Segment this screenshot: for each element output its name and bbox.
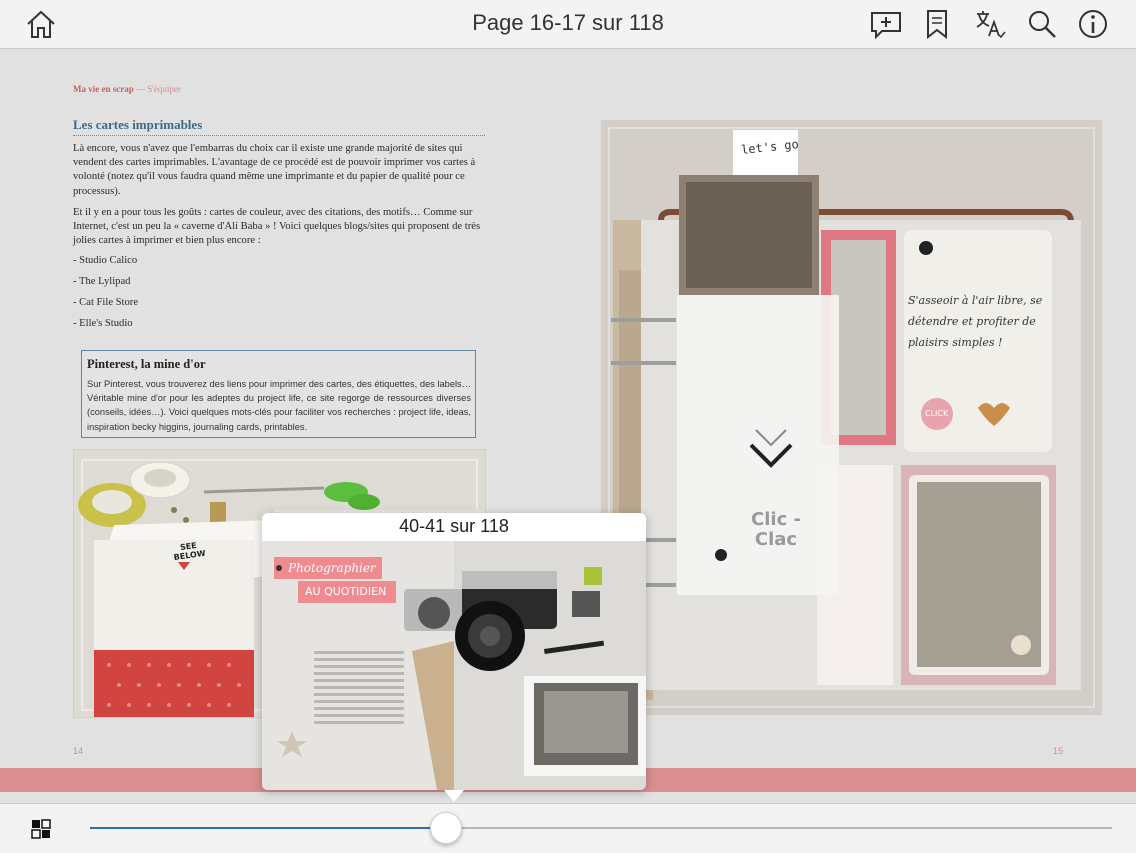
list-item: - Elle's Studio — [73, 318, 133, 329]
pinterest-box: Pinterest, la mine d'or Sur Pinterest, v… — [81, 350, 476, 438]
photo-scrapbook-binder: let's go S'asseoir à l'air libre, se dét… — [601, 120, 1102, 715]
add-note-icon[interactable] — [868, 6, 904, 42]
page-title: Page 16-17 sur 118 — [472, 10, 664, 35]
list-item: - Studio Calico — [73, 255, 138, 266]
top-toolbar: Page 16-17 sur 118 — [0, 0, 1136, 49]
box-title: Pinterest, la mine d'or — [87, 357, 206, 371]
photo-label-click: CLICK — [925, 409, 949, 418]
photo-label-clic-clac: Clic - Clac — [751, 509, 801, 550]
page-number-right: 15 — [1053, 746, 1064, 756]
preview-heading-2: AU QUOTIDIEN — [305, 585, 387, 598]
page-preview-popup: 40-41 sur 118 Photographier AU QUOTIDIEN — [262, 513, 646, 802]
page-slider[interactable] — [90, 812, 1112, 844]
info-icon[interactable] — [1075, 6, 1111, 42]
page-slider-fill — [90, 827, 445, 829]
paragraph-intro: Là encore, vous n'avez que l'embarras du… — [73, 143, 476, 197]
photo-journal-text: S'asseoir à l'air libre, se détendre et … — [908, 294, 1043, 349]
thumbnail-grid-icon[interactable] — [30, 818, 52, 840]
preview-pointer — [444, 790, 464, 802]
paragraph-tastes: Et il y en a pour tous les goûts : carte… — [73, 207, 481, 247]
section-title: Les cartes imprimables — [73, 117, 485, 136]
list-item: - The Lylipad — [73, 276, 131, 287]
running-head: Ma vie en scrap — S'équiper — [73, 84, 181, 94]
search-icon[interactable] — [1024, 6, 1060, 42]
page-slider-thumb[interactable] — [429, 812, 462, 844]
translate-icon[interactable] — [972, 6, 1008, 42]
page-number-left: 14 — [73, 746, 84, 756]
bookmark-icon[interactable] — [919, 6, 955, 42]
preview-page-label: 40-41 sur 118 — [399, 516, 509, 536]
bottom-toolbar — [0, 803, 1136, 853]
box-text: Sur Pinterest, vous trouverez des liens … — [87, 379, 471, 432]
list-item: - Cat File Store — [73, 297, 139, 308]
preview-thumbnail[interactable]: Photographier AU QUOTIDIEN — [262, 541, 646, 790]
preview-heading-1: Photographier — [288, 561, 376, 575]
